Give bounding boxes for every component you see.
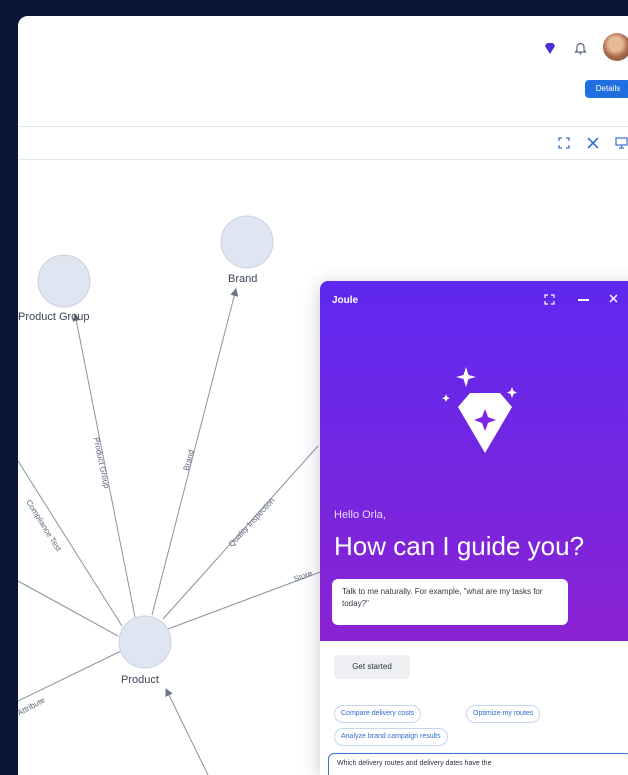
suggestion-chip[interactable]: Compare delivery costs: [334, 705, 422, 723]
minimize-icon[interactable]: [578, 299, 589, 301]
edge-bottom: [165, 688, 209, 775]
diamond-icon[interactable]: [545, 43, 555, 54]
node-label-brand: Brand: [228, 273, 258, 285]
get-started-button[interactable]: Get started: [334, 655, 410, 679]
joule-hero: Joule Hello Orla, How can I guide you? T…: [320, 281, 628, 641]
app-window: Details Product Group Brand Product Prod…: [18, 16, 628, 775]
node-label-product-group: Product Group: [18, 311, 90, 323]
headline: How can I guide you?: [334, 531, 585, 561]
details-button[interactable]: Details: [585, 80, 628, 98]
hint-box: Talk to me naturally. For example, "what…: [332, 579, 568, 625]
joule-diamond-logo: [442, 367, 517, 453]
message-input[interactable]: Which delivery routes and delivery dates…: [328, 753, 628, 775]
edge-bottom-left: [18, 650, 122, 702]
shell-bar: [18, 16, 628, 76]
monitor-icon[interactable]: [615, 137, 628, 149]
close-icon[interactable]: [608, 293, 619, 304]
joule-panel: Joule Hello Orla, How can I guide you? T…: [320, 281, 628, 775]
edge-left: [18, 580, 119, 637]
joule-title: Joule: [332, 295, 359, 306]
greeting-text: Hello Orla,: [334, 509, 386, 521]
node-product-group: [37, 254, 91, 308]
expand-icon[interactable]: [544, 294, 555, 305]
suggestion-chip[interactable]: Optimize my routes: [466, 705, 541, 723]
node-brand: [220, 215, 274, 269]
avatar[interactable]: [603, 33, 628, 61]
node-label-product: Product: [121, 674, 159, 686]
close-icon[interactable]: [586, 136, 600, 150]
suggestion-chip[interactable]: Analyze brand campaign results: [334, 728, 448, 746]
bell-icon[interactable]: [574, 41, 587, 55]
graph-toolbar: [18, 126, 628, 160]
node-product: [118, 615, 172, 669]
expand-icon[interactable]: [558, 137, 570, 149]
